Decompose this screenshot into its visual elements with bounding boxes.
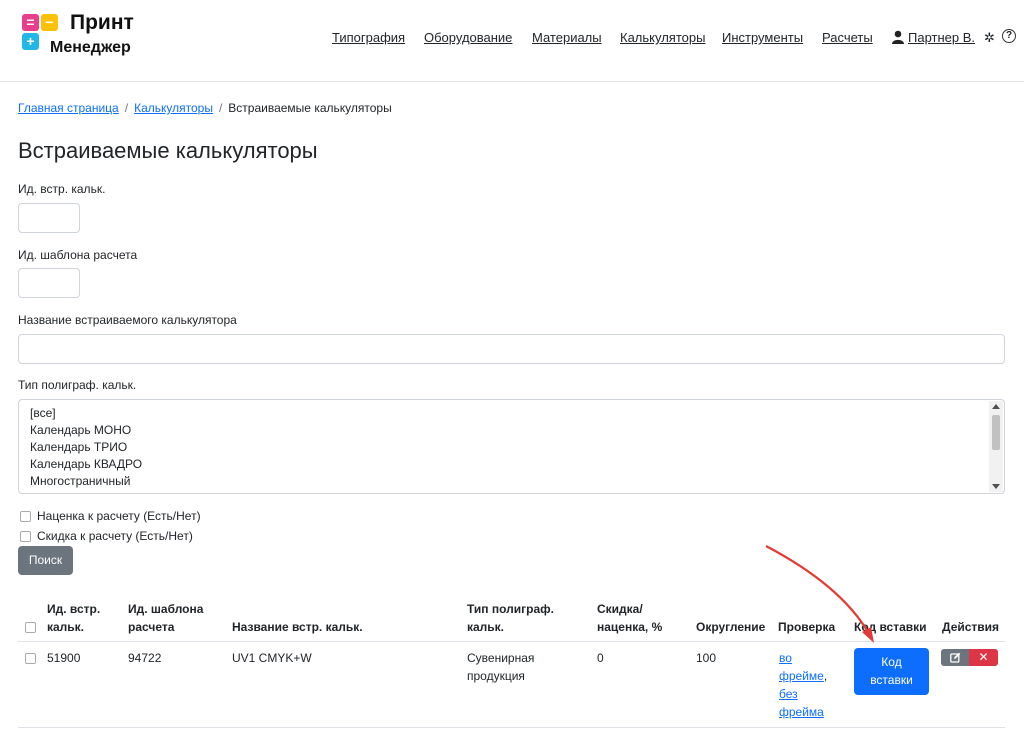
listbox-option[interactable]: Календарь ТРИО (30, 440, 127, 454)
search-button[interactable]: Поиск (18, 546, 73, 575)
embed-id-input[interactable] (18, 203, 80, 233)
header-template-line1: Ид. шаблона (128, 602, 204, 616)
calc-type-label: Тип полиграф. кальк. (18, 378, 137, 392)
header-discount-line2: наценка, % (597, 620, 663, 634)
embed-code-button-line1: Код (881, 655, 902, 669)
header-template: Ид. шаблона расчета (128, 600, 203, 636)
delete-button[interactable]: ✕ (969, 649, 998, 666)
nav-typography[interactable]: Типография (332, 30, 405, 45)
cell-check: во фрейме, без фрейма (779, 649, 827, 721)
header-type-line1: Тип полиграф. (467, 602, 554, 616)
discount-checkbox[interactable] (20, 531, 31, 542)
breadcrumb-calculators[interactable]: Калькуляторы (134, 101, 213, 115)
header-divider (18, 641, 1005, 642)
header-name: Название встр. кальк. (232, 620, 363, 634)
row-checkbox[interactable] (25, 653, 36, 664)
nav-calculators[interactable]: Калькуляторы (620, 30, 705, 45)
edit-icon (949, 652, 960, 663)
markup-checkbox[interactable] (20, 511, 31, 522)
header-discount: Скидка/ наценка, % (597, 600, 662, 636)
page-title: Встраиваемые калькуляторы (18, 138, 318, 163)
logo-pink-icon: = (22, 14, 39, 31)
logo-text-line2: Менеджер (50, 39, 131, 56)
cell-discount: 0 (597, 651, 604, 665)
header-discount-line1: Скидка/ (597, 602, 643, 616)
calc-name-input[interactable] (18, 334, 1005, 364)
cell-type-line1: Сувенирная (467, 651, 535, 665)
header-id-line1: Ид. встр. (47, 602, 101, 616)
discount-checkbox-label: Скидка к расчету (Есть/Нет) (37, 529, 193, 543)
listbox-option[interactable]: Многостраничный (30, 474, 130, 488)
header-type-line2: кальк. (467, 620, 505, 634)
header-id-line2: кальк. (47, 620, 85, 634)
row-divider (18, 727, 1005, 728)
calc-name-label: Название встраиваемого калькулятора (18, 313, 237, 327)
nav-user-profile[interactable]: Партнер В. (908, 30, 975, 45)
embed-code-button-line2: вставки (870, 673, 913, 687)
listbox-option[interactable]: [все] (30, 406, 56, 420)
edit-button[interactable] (941, 649, 969, 666)
breadcrumb-separator: / (124, 101, 129, 115)
top-navbar: = − + Принт Менеджер Типография Оборудов… (0, 0, 1024, 82)
listbox-option[interactable]: Календарь КВАДРО (30, 457, 142, 471)
gear-icon[interactable]: ✲ (984, 30, 995, 46)
embed-code-button[interactable]: Код вставки (854, 648, 929, 695)
cell-name: UV1 CMYK+W (232, 651, 312, 665)
breadcrumb-home[interactable]: Главная страница (18, 101, 119, 115)
header-template-line2: расчета (128, 620, 175, 634)
select-all-checkbox[interactable] (25, 622, 36, 633)
cell-template: 94722 (128, 651, 162, 665)
listbox-option[interactable]: Календарь МОНО (30, 423, 131, 437)
logo-yellow-icon: − (41, 14, 58, 31)
nav-materials[interactable]: Материалы (532, 30, 602, 45)
markup-checkbox-label: Наценка к расчету (Есть/Нет) (37, 509, 201, 523)
header-check: Проверка (778, 620, 836, 634)
nav-equipment[interactable]: Оборудование (424, 30, 512, 45)
check-comma: , (823, 669, 828, 683)
breadcrumb-separator: / (218, 101, 223, 115)
listbox-scrollbar[interactable] (989, 401, 1003, 492)
cell-id: 51900 (47, 651, 81, 665)
cell-type: Сувенирная продукция (467, 649, 534, 685)
header-actions: Действия (942, 620, 1000, 634)
template-id-input[interactable] (18, 268, 80, 298)
header-id: Ид. встр. кальк. (47, 600, 100, 636)
template-id-label: Ид. шаблона расчета (18, 248, 138, 262)
user-icon (892, 30, 904, 44)
breadcrumb: Главная страница / Калькуляторы / Встраиваем… (18, 101, 392, 115)
header-rounding: Округление (696, 620, 766, 634)
breadcrumb-current: Встраиваемые калькуляторы (228, 101, 392, 115)
scroll-down-icon[interactable] (992, 484, 1000, 489)
logo-text-line1: Принт (70, 11, 134, 34)
logo[interactable]: = − + Принт Менеджер (22, 11, 152, 64)
help-icon[interactable]: ? (1002, 29, 1016, 43)
scroll-up-icon[interactable] (992, 404, 1000, 409)
logo-blue-icon: + (22, 33, 39, 50)
cell-rounding: 100 (696, 651, 717, 665)
nav-tools[interactable]: Инструменты (722, 30, 803, 45)
check-in-frame-link[interactable]: во (779, 651, 792, 665)
calc-type-listbox[interactable]: [все] Календарь МОНО Календарь ТРИО Кале… (18, 399, 1005, 494)
check-in-frame-link[interactable]: фрейме (779, 669, 824, 683)
header-code: Код вставки (854, 620, 927, 634)
results-table: Ид. встр. кальк. Ид. шаблона расчета Наз… (18, 592, 1005, 729)
embed-id-label: Ид. встр. кальк. (18, 182, 106, 196)
check-no-frame-link[interactable]: фрейма (779, 705, 824, 719)
cell-type-line2: продукция (467, 669, 525, 683)
scroll-thumb[interactable] (992, 415, 1000, 450)
check-no-frame-link[interactable]: без (779, 687, 798, 701)
nav-calculations[interactable]: Расчеты (822, 30, 873, 45)
header-type: Тип полиграф. кальк. (467, 600, 554, 636)
